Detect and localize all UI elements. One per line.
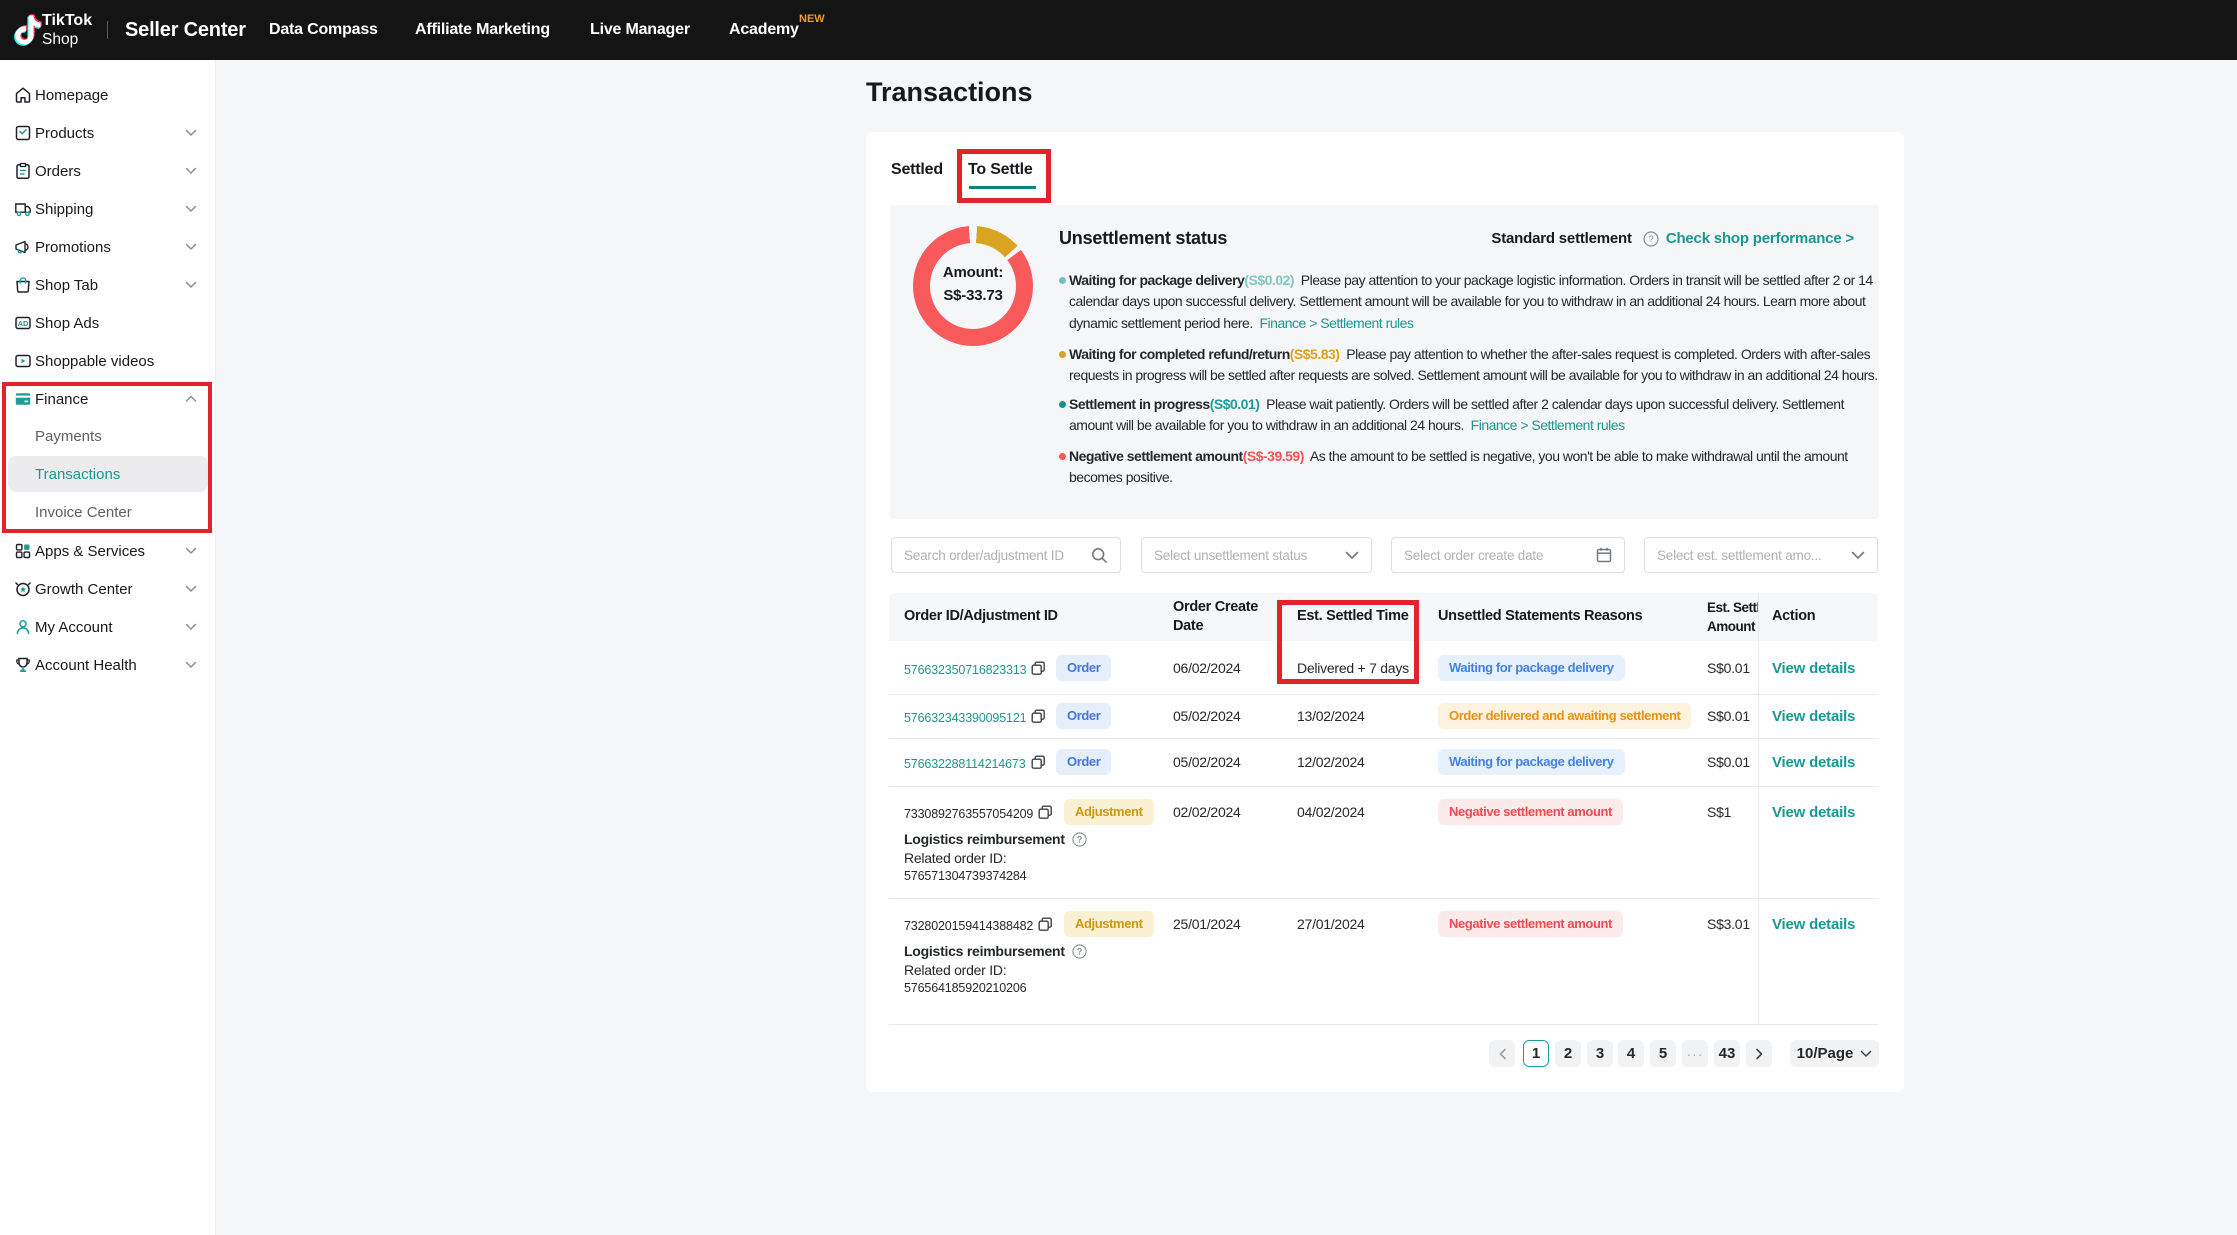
svg-text:?: ? (1648, 234, 1653, 245)
svg-text:?: ? (1077, 835, 1082, 845)
svg-text:?: ? (1077, 947, 1082, 957)
svg-text:AD: AD (18, 319, 29, 328)
